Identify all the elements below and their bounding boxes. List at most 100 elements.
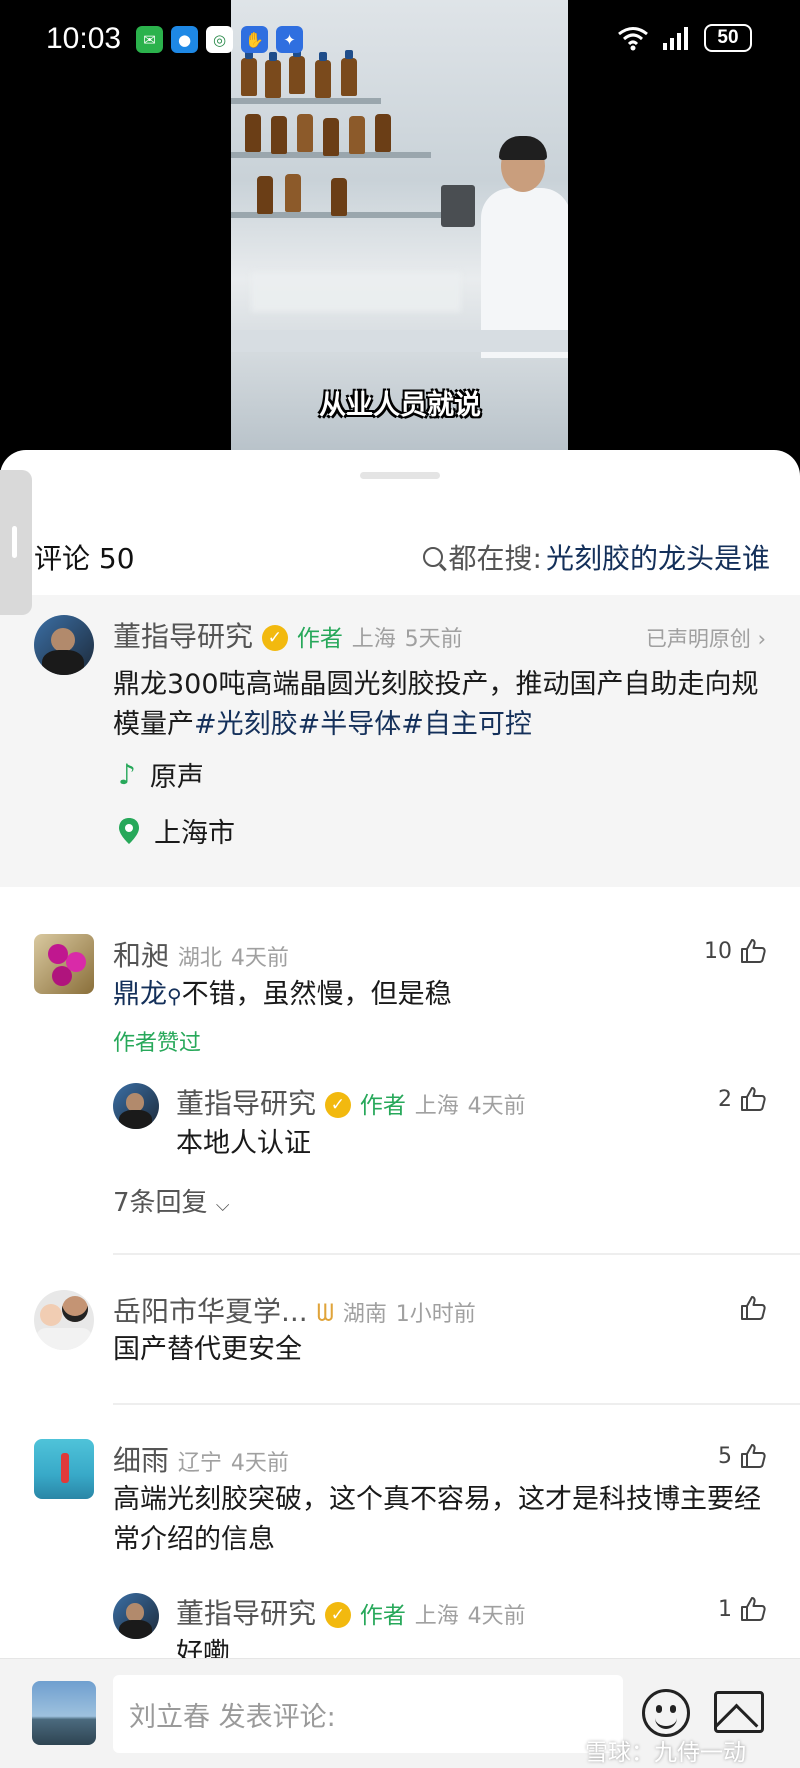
avatar[interactable] [113, 1593, 159, 1639]
more-replies-label: 7条回复 [113, 1188, 208, 1218]
comment-composer: 刘立春 发表评论: 雪球：九侍一动 [0, 1658, 800, 1768]
chevron-down-icon: ⌵ [215, 1195, 230, 1216]
reply-time: 4天前 [467, 1094, 526, 1119]
reagent-bottle [271, 116, 287, 154]
post-hashtags[interactable]: #光刻胶#半导体#自主可控 [194, 709, 532, 740]
comment-input[interactable]: 刘立春 发表评论: [113, 1675, 623, 1753]
reply-author-line: 董指导研究 ✓ 作者 上海 4天前 [176, 1592, 526, 1632]
original-post: 董指导研究 ✓ 作者 上海 5天前 已声明原创 › 鼎龙300吨高端晶圆光刻胶投… [0, 595, 800, 887]
author-tag: 作者 [359, 1093, 406, 1119]
comment-location: 辽宁 [177, 1451, 222, 1476]
image-icon[interactable] [714, 1691, 764, 1733]
reply-author[interactable]: 董指导研究 [176, 1597, 316, 1630]
like-button[interactable]: 1 [718, 1596, 766, 1622]
avatar[interactable] [113, 1083, 159, 1129]
original-declaration[interactable]: 已声明原创 › [646, 623, 766, 653]
like-count: 1 [718, 1596, 732, 1622]
verified-badge-icon: ✓ [324, 1092, 351, 1118]
comment-text: 国产替代更安全 [113, 1334, 302, 1365]
reagent-bottle [245, 114, 261, 152]
lab-researcher [481, 136, 568, 358]
like-count: 10 [704, 938, 732, 964]
avatar[interactable] [34, 615, 94, 675]
search-icon [422, 547, 443, 567]
lab-shelf [231, 98, 381, 104]
lab-device [441, 185, 475, 227]
wifi-icon [618, 27, 648, 51]
search-small-icon: ⚲ [167, 984, 182, 1008]
comments-header: 评论 50 都在搜: 光刻胶的龙头是谁 [34, 532, 770, 582]
thumbs-up-icon [741, 1597, 766, 1621]
reagent-bottle [331, 178, 347, 216]
author-name[interactable]: 董指导研究 [113, 620, 253, 653]
hand-app-icon: ✋ [241, 26, 268, 53]
verified-badge-icon: ✓ [324, 1602, 351, 1628]
comment-author-line: 岳阳市华夏学... ᗯ 湖南 1小时前 [113, 1290, 476, 1330]
place-label: 上海市 [154, 818, 235, 849]
avatar[interactable] [34, 1439, 94, 1499]
verified-badge-icon: ✓ [261, 625, 288, 651]
music-label: 原声 [149, 762, 204, 793]
like-button[interactable] [740, 1295, 766, 1321]
reply-location: 上海 [414, 1094, 459, 1119]
reagent-bottle [315, 52, 331, 98]
location-pin-icon [119, 817, 139, 844]
vip-badge-icon: ᗯ [316, 1299, 334, 1327]
comment-input-placeholder: 刘立春 发表评论: [129, 1702, 336, 1733]
reagent-bottle [265, 52, 281, 98]
comment-sheet: 评论 50 都在搜: 光刻胶的龙头是谁 董指导研究 ✓ 作者 上海 5天前 已声… [0, 450, 800, 1768]
reply-location: 上海 [414, 1604, 459, 1629]
signal-icon [663, 27, 688, 50]
emoji-icon[interactable] [642, 1689, 690, 1737]
music-row[interactable]: ♪ 原声 [118, 755, 204, 794]
comment-link[interactable]: 鼎龙 [113, 979, 167, 1010]
watermark: 雪球：九侍一动 [585, 1740, 746, 1766]
avatar[interactable] [34, 1290, 94, 1350]
comment-author[interactable]: 细雨 [113, 1444, 169, 1477]
battery-indicator: 50 [704, 24, 752, 52]
comment-author-line: 细雨 辽宁 4天前 [113, 1439, 289, 1479]
liked-by-author: 作者赞过 [113, 1031, 202, 1056]
lab-bench [231, 330, 568, 352]
comment-author[interactable]: 岳阳市华夏学... [113, 1295, 308, 1328]
reagent-bottle [323, 118, 339, 156]
sheet-grabber[interactable] [360, 472, 440, 479]
video-area[interactable]: 从业人员就说 10:03 ✉ ● ◎ ✋ ✦ 50 [0, 0, 800, 470]
comment-count: 评论 50 [34, 542, 135, 575]
comment-location: 湖南 [342, 1302, 387, 1327]
reagent-bottle [297, 114, 313, 152]
search-suggestion[interactable]: 都在搜: 光刻胶的龙头是谁 [422, 537, 770, 577]
like-button[interactable]: 10 [704, 938, 766, 964]
thumbs-up-icon [741, 1444, 766, 1468]
reply-author[interactable]: 董指导研究 [176, 1087, 316, 1120]
post-time: 5天前 [404, 627, 463, 652]
comment-time: 1小时前 [395, 1302, 476, 1327]
author-tag: 作者 [359, 1603, 406, 1629]
like-button[interactable]: 2 [718, 1086, 766, 1112]
search-keyword[interactable]: 光刻胶的龙头是谁 [546, 537, 770, 577]
original-label: 已声明原创 [645, 627, 751, 651]
divider [113, 1403, 800, 1405]
like-count: 5 [718, 1443, 732, 1469]
reagent-bottle [257, 176, 273, 214]
location-row[interactable]: 上海市 [118, 811, 235, 850]
more-replies-button[interactable]: 7条回复 ⌵ [113, 1182, 229, 1219]
post-author-line: 董指导研究 ✓ 作者 上海 5天前 [113, 615, 463, 655]
like-button[interactable]: 5 [718, 1443, 766, 1469]
video-subtitle: 从业人员就说 [319, 390, 481, 421]
comment-author[interactable]: 和昶 [113, 939, 169, 972]
reagent-bottle [375, 114, 391, 152]
status-time: 10:03 [46, 22, 122, 55]
message-icon: ● [171, 26, 198, 53]
reagent-bottle [349, 116, 365, 154]
comment-time: 4天前 [230, 946, 289, 971]
reply-time: 4天前 [467, 1604, 526, 1629]
side-drawer-handle[interactable] [0, 470, 32, 615]
comment-location: 湖北 [177, 946, 222, 971]
thumbs-up-icon [741, 939, 766, 963]
avatar[interactable] [34, 934, 94, 994]
reagent-bottle [241, 50, 257, 96]
my-avatar[interactable] [32, 1681, 96, 1745]
post-location: 上海 [351, 627, 396, 652]
thumbs-up-icon [741, 1087, 766, 1111]
